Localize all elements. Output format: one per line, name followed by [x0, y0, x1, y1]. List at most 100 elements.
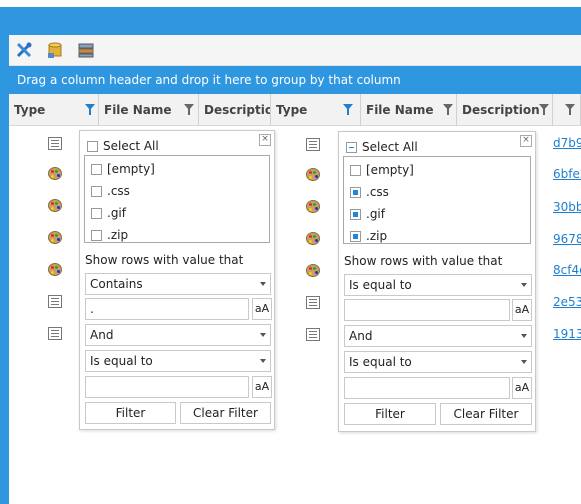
operator-2-value: Is equal to — [90, 354, 153, 368]
palette-icon — [306, 264, 320, 277]
hash-link[interactable]: 2e53c — [553, 295, 581, 309]
logic-operator-select[interactable]: And — [85, 324, 271, 346]
toolbar — [9, 35, 581, 66]
match-case-toggle[interactable]: aA — [512, 299, 532, 321]
distinct-values-list: [empty] .css .gif .zip — [343, 156, 531, 244]
chevron-down-icon — [260, 333, 266, 337]
value-label: [empty] — [366, 163, 414, 177]
distinct-values-list: [empty] .css .gif .zip — [84, 155, 270, 243]
value-checkbox[interactable] — [91, 230, 102, 241]
filter-popup-left: × Select All [empty] .css .gif .zip Show… — [79, 130, 275, 430]
filter-funnel-icon[interactable] — [539, 104, 549, 115]
database-icon[interactable] — [46, 41, 64, 59]
header-description-2-label: Description — [462, 103, 540, 117]
tools-icon[interactable] — [15, 41, 33, 59]
operator-1-value: Is equal to — [349, 278, 412, 292]
select-all-label: Select All — [362, 140, 418, 154]
document-icon — [306, 296, 320, 309]
value-checkbox[interactable] — [91, 208, 102, 219]
select-all-checkbox[interactable] — [87, 141, 98, 152]
left-accent-strip — [0, 35, 9, 504]
value-label: .css — [366, 185, 389, 199]
chevron-down-icon — [521, 334, 527, 338]
value-label: [empty] — [107, 162, 155, 176]
document-icon — [48, 137, 62, 150]
operator-1-select[interactable]: Is equal to — [344, 274, 532, 296]
palette-icon — [306, 232, 320, 245]
hash-link[interactable]: 30bb — [553, 200, 581, 214]
match-case-toggle[interactable]: aA — [512, 377, 532, 399]
select-all-label: Select All — [103, 139, 159, 153]
clear-filter-button[interactable]: Clear Filter — [440, 403, 532, 425]
value-2-input[interactable] — [344, 377, 510, 399]
chevron-down-icon — [260, 359, 266, 363]
value-label: .gif — [366, 207, 385, 221]
header-extra[interactable] — [553, 94, 581, 126]
show-rows-label: Show rows with value that — [85, 253, 244, 267]
document-icon — [306, 328, 320, 341]
value-checkbox[interactable] — [350, 209, 361, 220]
operator-2-select[interactable]: Is equal to — [344, 351, 532, 373]
header-description[interactable]: Description — [199, 94, 271, 126]
header-type-label: Type — [14, 103, 46, 117]
palette-icon — [48, 167, 62, 180]
header-description-2[interactable]: Description — [457, 94, 553, 126]
header-type[interactable]: Type — [9, 94, 99, 126]
header-type-2[interactable]: Type — [271, 94, 361, 126]
header-file-name-label: File Name — [104, 103, 172, 117]
match-case-toggle[interactable]: aA — [252, 376, 272, 398]
filter-funnel-icon[interactable] — [343, 104, 353, 115]
palette-icon — [306, 200, 320, 213]
document-icon — [306, 138, 320, 151]
close-icon[interactable]: × — [520, 135, 532, 147]
value-label: .gif — [107, 206, 126, 220]
filter-popup-right: × Select All [empty] .css .gif .zip Show… — [338, 131, 536, 432]
filter-funnel-icon[interactable] — [443, 104, 453, 115]
logic-operator-select[interactable]: And — [344, 325, 532, 347]
window-top-edge — [0, 0, 581, 7]
filter-button[interactable]: Filter — [344, 403, 436, 425]
document-icon — [48, 295, 62, 308]
value-checkbox[interactable] — [350, 231, 361, 242]
match-case-toggle[interactable]: aA — [252, 298, 272, 320]
value-checkbox[interactable] — [350, 187, 361, 198]
value-checkbox[interactable] — [91, 186, 102, 197]
filter-button[interactable]: Filter — [85, 402, 176, 424]
select-all-checkbox[interactable] — [346, 142, 357, 153]
value-2-input[interactable] — [85, 376, 249, 398]
title-bar — [0, 7, 581, 35]
logic-operator-value: And — [349, 329, 373, 343]
hash-link[interactable]: 9678 — [553, 232, 581, 246]
palette-icon — [48, 199, 62, 212]
clear-filter-button[interactable]: Clear Filter — [180, 402, 271, 424]
close-icon[interactable]: × — [259, 134, 271, 146]
header-file-name[interactable]: File Name — [99, 94, 199, 126]
header-file-name-2-label: File Name — [366, 103, 434, 117]
group-panel[interactable]: Drag a column header and drop it here to… — [9, 66, 581, 94]
header-type-2-label: Type — [276, 103, 308, 117]
operator-2-value: Is equal to — [349, 355, 412, 369]
filter-funnel-icon[interactable] — [565, 104, 575, 115]
value-label: .zip — [366, 229, 388, 243]
palette-icon — [48, 231, 62, 244]
operator-2-select[interactable]: Is equal to — [85, 350, 271, 372]
filter-funnel-icon[interactable] — [184, 104, 194, 115]
value-1-input[interactable] — [344, 299, 510, 321]
header-description-label: Description — [204, 103, 270, 117]
value-checkbox[interactable] — [91, 164, 102, 175]
hash-link[interactable]: 8cf4e — [553, 263, 581, 277]
value-label: .zip — [107, 228, 129, 242]
header-file-name-2[interactable]: File Name — [361, 94, 457, 126]
hash-link[interactable]: 1913a — [553, 327, 581, 341]
operator-1-value: Contains — [90, 277, 143, 291]
server-icon[interactable] — [77, 41, 95, 59]
group-panel-text: Drag a column header and drop it here to… — [17, 73, 401, 87]
value-1-input[interactable]: . — [85, 298, 249, 320]
hash-link[interactable]: 6bfe2 — [553, 167, 581, 181]
palette-icon — [48, 263, 62, 276]
show-rows-label: Show rows with value that — [344, 254, 503, 268]
value-checkbox[interactable] — [350, 165, 361, 176]
filter-funnel-icon[interactable] — [85, 104, 95, 115]
hash-link[interactable]: d7b9b — [553, 136, 581, 150]
operator-1-select[interactable]: Contains — [85, 273, 271, 295]
